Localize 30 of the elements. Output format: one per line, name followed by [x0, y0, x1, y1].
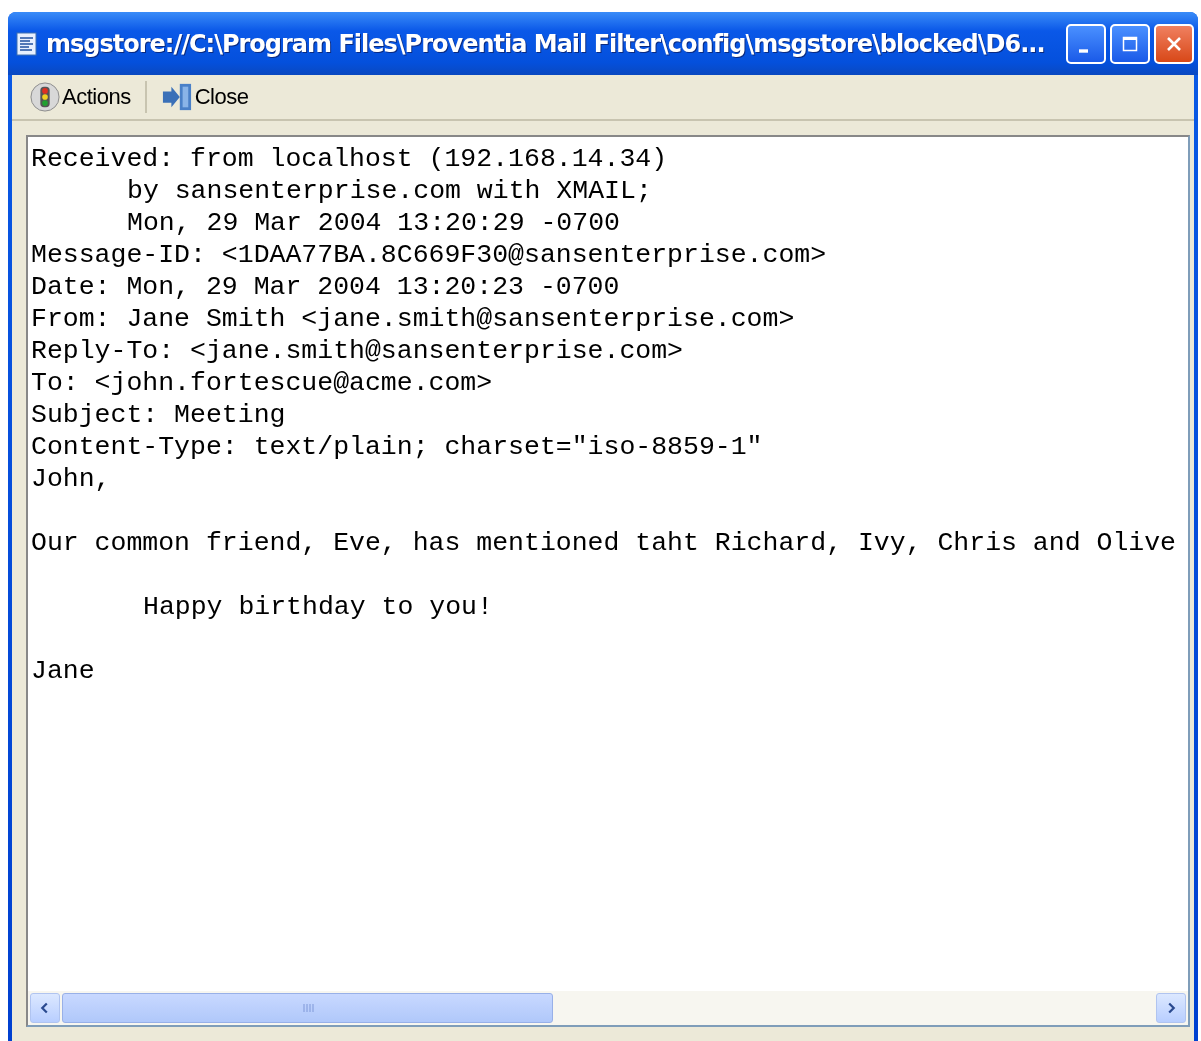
- message-text-area[interactable]: [26, 135, 1190, 1027]
- scroll-left-button[interactable]: [30, 993, 60, 1023]
- message-line: Our common friend, Eve, has mentioned taht Richard, Ivy, Chris and Olive: [31, 528, 1176, 558]
- message-line: Received: from localhost (192.168.14.34): [31, 144, 668, 174]
- scroll-right-button[interactable]: [1156, 993, 1186, 1023]
- message-line: Content-Type: text/plain; charset="iso-8859-1": [31, 432, 763, 462]
- message-line: by sansenterprise.com with XMAIL;: [127, 176, 652, 206]
- minimize-icon: [1078, 48, 1088, 53]
- message-line: Mon, 29 Mar 2004 13:20:29 -0700: [127, 208, 620, 238]
- maximize-button[interactable]: [1110, 23, 1150, 64]
- message-line: Happy birthday to you!: [143, 592, 493, 622]
- message-line: John,: [31, 464, 111, 494]
- scroll-thumb[interactable]: [62, 993, 554, 1023]
- document-icon: [16, 31, 38, 56]
- close-toolbar-button[interactable]: Close: [158, 80, 251, 114]
- minimize-button[interactable]: [1066, 23, 1106, 64]
- message-line: From: Jane Smith <jane.smith@sansenterprise.com>: [31, 304, 795, 334]
- message-line: Date: Mon, 29 Mar 2004 13:20:23 -0700: [31, 272, 620, 302]
- close-button[interactable]: [1154, 23, 1194, 64]
- message-line: To: <john.fortescue@acme.com>: [31, 368, 493, 398]
- actions-button[interactable]: Actions: [28, 80, 133, 114]
- message-line: Jane: [31, 656, 95, 686]
- horizontal-scrollbar[interactable]: [28, 991, 1188, 1025]
- traffic-light-icon: [30, 82, 60, 112]
- grip-icon: [301, 1003, 314, 1013]
- exit-door-icon: [160, 82, 193, 112]
- window-title: msgstore://C:\Program Files\Proventia Mail Filter\config\msgstore\blocked\D6...: [46, 29, 1046, 58]
- message-line: Message-ID: <1DAA77BA.8C669F30@sansenterprise.com>: [31, 240, 827, 270]
- message-line: Reply-To: <jane.smith@sansenterprise.com>: [31, 336, 683, 366]
- message-line: Subject: Meeting: [31, 400, 286, 430]
